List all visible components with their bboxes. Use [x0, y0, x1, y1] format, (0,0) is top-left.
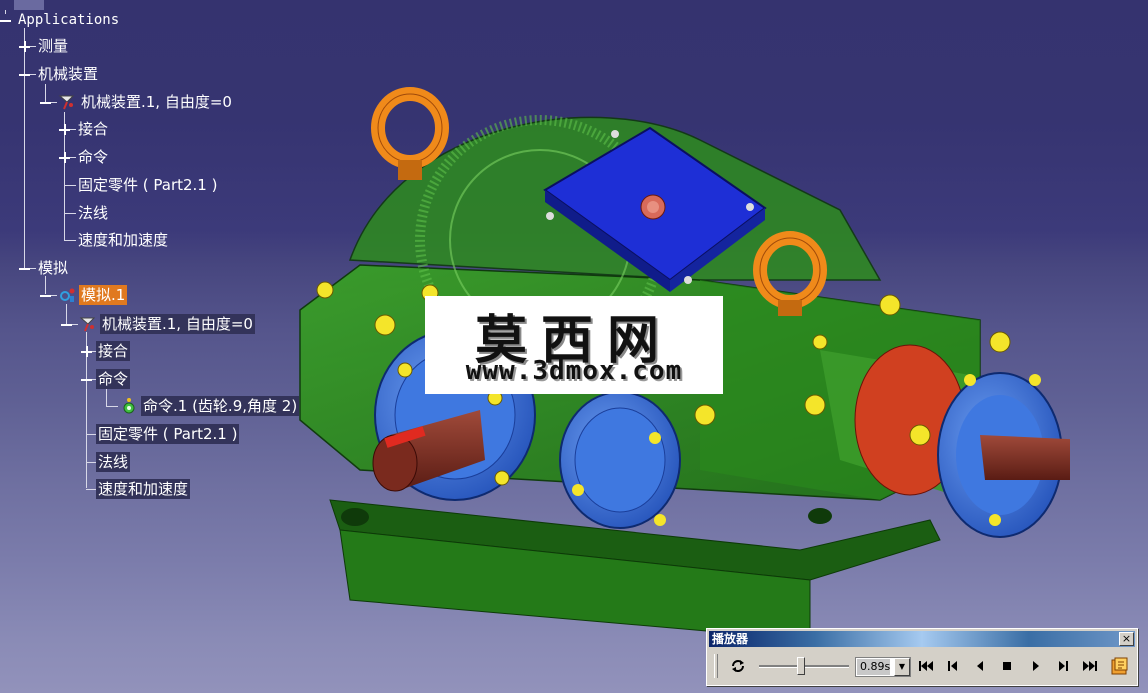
- play-back-icon[interactable]: [969, 656, 991, 676]
- chevron-down-icon[interactable]: ▼: [894, 658, 910, 676]
- tree-item-label: 模拟.1: [79, 285, 128, 305]
- tree-item-simulation[interactable]: 模拟: [36, 258, 70, 278]
- watermark-url: www.3dmox.com: [465, 356, 683, 386]
- tree-item-label: 命令: [78, 148, 109, 166]
- tree-item-laws[interactable]: 法线: [76, 203, 110, 223]
- tree-item-mechanisms[interactable]: 机械装置: [36, 64, 100, 84]
- tree-item-applications[interactable]: Applications: [16, 10, 121, 30]
- tree-item-sim-mechanism[interactable]: 机械装置.1, 自由度=0: [79, 314, 255, 334]
- tree-item-label: 命令.1 (齿轮.9,角度 2): [141, 396, 300, 416]
- last-icon[interactable]: [1079, 656, 1101, 676]
- tree-item-sim-fixed-part[interactable]: 固定零件 ( Part2.1 ): [96, 424, 240, 444]
- tree-line: [64, 185, 76, 186]
- mechanism-icon: [79, 315, 97, 333]
- first-icon[interactable]: [915, 656, 937, 676]
- tree-item-sim-commands[interactable]: 命令: [96, 369, 131, 389]
- mechanism-icon: [58, 93, 76, 111]
- player-toolbar[interactable]: 播放器 × 0.89s ▼: [706, 628, 1138, 686]
- expand-icon[interactable]: [81, 346, 92, 357]
- tree-item-fixed-part[interactable]: 固定零件 ( Part2.1 ): [76, 175, 219, 195]
- stop-icon[interactable]: [996, 656, 1018, 676]
- toolbar-grip[interactable]: [714, 654, 718, 678]
- tree-item-sim-speed[interactable]: 速度和加速度: [96, 479, 191, 499]
- step-back-icon[interactable]: [942, 656, 964, 676]
- simulation-icon: [58, 286, 76, 304]
- time-step-select[interactable]: 0.89s ▼: [855, 657, 911, 677]
- tree-item-top[interactable]: [14, 0, 44, 10]
- collapse-icon[interactable]: [19, 69, 30, 80]
- tree-item-label: 接合: [78, 120, 109, 138]
- tree-item-label: 速度和加速度: [96, 479, 191, 499]
- expand-icon[interactable]: [59, 124, 70, 135]
- expand-icon[interactable]: [59, 152, 70, 163]
- tree-item-joints[interactable]: 接合: [76, 119, 110, 139]
- tree-line: [86, 462, 96, 463]
- tree-item-label: 命令: [96, 369, 131, 389]
- tree-line: [5, 10, 6, 14]
- command-icon: [120, 397, 138, 415]
- tree-item-sim-laws[interactable]: 法线: [96, 452, 131, 472]
- collapse-icon[interactable]: [19, 263, 30, 274]
- tree-item-label: 速度和加速度: [78, 231, 169, 249]
- step-forward-icon[interactable]: [1052, 656, 1074, 676]
- tree-item-mechanism-assembly[interactable]: 机械装置.1, 自由度=0: [58, 92, 234, 112]
- tree-line: [86, 434, 96, 435]
- tree-line: [106, 388, 107, 406]
- tree-item-sim-joints[interactable]: 接合: [96, 341, 131, 361]
- tree-line: [64, 240, 76, 241]
- close-button[interactable]: ×: [1119, 632, 1134, 646]
- tree-item-commands[interactable]: 命令: [76, 147, 110, 167]
- tree-line: [86, 489, 96, 490]
- middle-flange: [559, 391, 681, 529]
- tree-line: [106, 406, 118, 407]
- collapse-icon[interactable]: [0, 15, 11, 26]
- tree-item-label: 机械装置.1, 自由度=0: [100, 314, 255, 334]
- tree-item-measure[interactable]: 测量: [36, 36, 70, 56]
- tree-item-label: 固定零件 ( Part2.1 ): [78, 176, 218, 194]
- time-slider-thumb[interactable]: [796, 657, 805, 675]
- time-step-value: 0.89s: [857, 659, 891, 675]
- loop-icon[interactable]: [727, 656, 749, 676]
- collapse-icon[interactable]: [81, 374, 92, 385]
- tree-item-simulation-1[interactable]: 模拟.1: [58, 285, 128, 305]
- tree-line: [24, 28, 25, 268]
- tree-item-label: Applications: [18, 12, 120, 28]
- tree-item-label: 固定零件 ( Part2.1 ): [96, 424, 240, 444]
- tree-item-label: 测量: [38, 37, 69, 55]
- tree-item-label: 法线: [78, 204, 109, 222]
- tree-item-label: 模拟: [38, 259, 69, 277]
- expand-icon[interactable]: [19, 41, 30, 52]
- collapse-icon[interactable]: [40, 290, 51, 301]
- tree-item-label: 接合: [96, 341, 131, 361]
- tree-item-label: 机械装置: [38, 65, 99, 83]
- collapse-icon[interactable]: [61, 319, 72, 330]
- tree-line: [64, 213, 76, 214]
- tree-item-partial: [14, 0, 44, 10]
- tree-item-label: 机械装置.1, 自由度=0: [81, 93, 232, 111]
- player-controls: 0.89s ▼: [709, 651, 1135, 681]
- play-icon[interactable]: [1025, 656, 1047, 676]
- collapse-icon[interactable]: [40, 97, 51, 108]
- tree-item-label: 法线: [96, 452, 131, 472]
- tree-item-command-1[interactable]: 命令.1 (齿轮.9,角度 2): [120, 396, 300, 416]
- player-title-bar[interactable]: 播放器: [709, 631, 1135, 647]
- player-title: 播放器: [712, 632, 749, 646]
- options-icon[interactable]: [1109, 656, 1131, 676]
- tree-item-speed-acceleration[interactable]: 速度和加速度: [76, 230, 170, 250]
- watermark: 莫西网 www.3dmox.com: [425, 296, 723, 394]
